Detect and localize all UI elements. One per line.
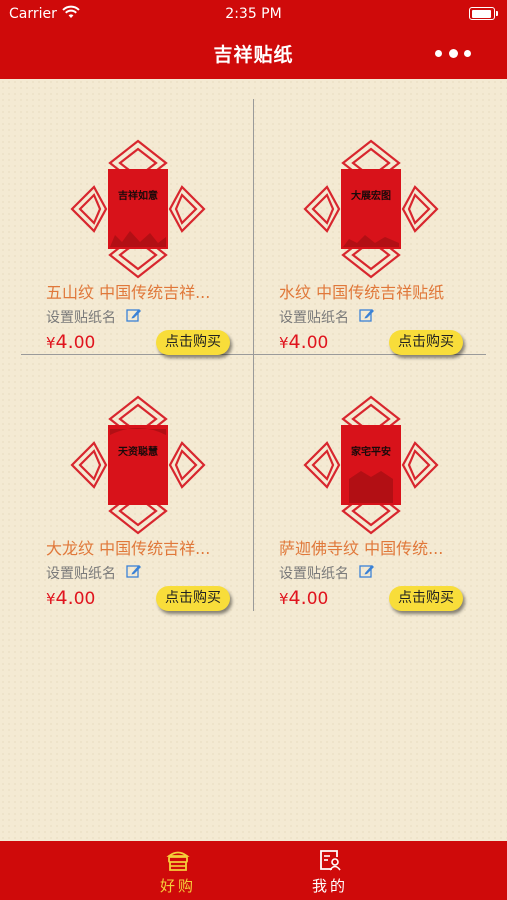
set-name-label: 设置贴纸名: [279, 310, 349, 326]
battery-icon: [469, 7, 498, 20]
sticker-art: [303, 395, 439, 535]
more-dots-icon[interactable]: [435, 46, 471, 60]
shop-icon: [166, 851, 190, 871]
product-name: 水纹 中国传统吉祥贴纸: [279, 283, 445, 301]
nav-bar: 吉祥贴纸: [0, 28, 507, 79]
page-title: 吉祥贴纸: [213, 44, 294, 66]
product-card[interactable]: 吉祥如意 五山纹 中国传统吉祥... 设置贴纸名 ¥4.00 点击购买: [46, 101, 278, 355]
set-name-label: 设置贴纸名: [46, 310, 116, 326]
product-price: ¥4.00: [279, 587, 329, 609]
edit-icon[interactable]: [359, 307, 375, 323]
clock: 2:35 PM: [225, 6, 282, 22]
product-card[interactable]: 大展宏图 水纹 中国传统吉祥贴纸 设置贴纸名 ¥4.00 点击购买: [279, 101, 507, 355]
edit-icon[interactable]: [126, 563, 142, 579]
product-name: 大龙纹 中国传统吉祥...: [46, 539, 211, 557]
product-card[interactable]: 家宅平安 萨迦佛寺纹 中国传统... 设置贴纸名 ¥4.00 点击购买: [279, 357, 507, 611]
tab-label: 好购: [159, 877, 196, 895]
product-price: ¥4.00: [279, 331, 329, 353]
buy-button[interactable]: 点击购买: [389, 586, 463, 611]
product-name: 五山纹 中国传统吉祥...: [46, 283, 211, 301]
sticker-caption: 吉祥如意: [118, 191, 158, 202]
sticker-caption: 大展宏图: [351, 191, 391, 202]
profile-icon: [320, 850, 341, 871]
set-name-label: 设置贴纸名: [279, 566, 349, 582]
product-card[interactable]: 天资聪慧 大龙纹 中国传统吉祥... 设置贴纸名 ¥4.00 点击购买: [46, 357, 278, 611]
product-name: 萨迦佛寺纹 中国传统...: [279, 539, 444, 557]
sticker-art: [303, 139, 439, 279]
sticker-caption: 家宅平安: [351, 447, 391, 458]
tab-label: 我的: [311, 877, 348, 895]
buy-button[interactable]: 点击购买: [156, 330, 230, 355]
edit-icon[interactable]: [126, 307, 142, 323]
status-bar: Carrier 2:35 PM: [0, 0, 507, 28]
product-price: ¥4.00: [46, 331, 96, 353]
tab-profile[interactable]: 我的: [290, 841, 370, 900]
buy-button[interactable]: 点击购买: [156, 586, 230, 611]
product-grid: 吉祥如意 五山纹 中国传统吉祥... 设置贴纸名 ¥4.00 点击购买 大展宏图…: [0, 79, 507, 841]
sticker-art: [70, 139, 206, 279]
tab-shop[interactable]: 好购: [138, 841, 218, 900]
sticker-caption: 天资聪慧: [118, 447, 158, 458]
edit-icon[interactable]: [359, 563, 375, 579]
product-price: ¥4.00: [46, 587, 96, 609]
tab-bar: 好购 我的: [0, 841, 507, 900]
sticker-art: [70, 395, 206, 535]
buy-button[interactable]: 点击购买: [389, 330, 463, 355]
set-name-label: 设置贴纸名: [46, 566, 116, 582]
